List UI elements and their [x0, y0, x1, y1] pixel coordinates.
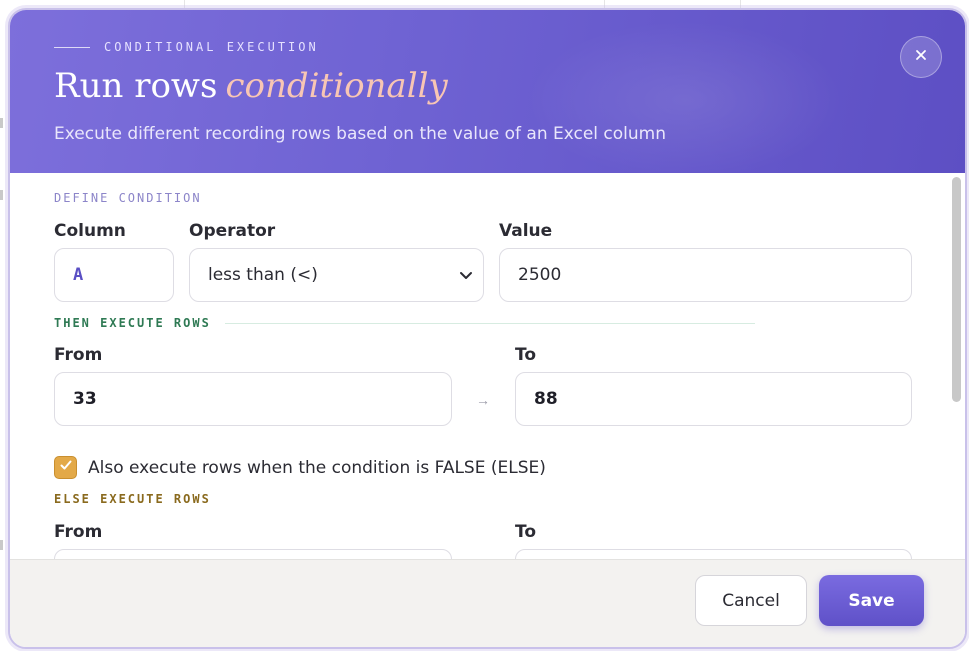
body-scrollbar[interactable] — [952, 177, 961, 402]
background-mark — [0, 540, 3, 550]
operator-selected-value: less than (<) — [208, 265, 318, 285]
chevron-down-icon — [459, 267, 473, 287]
dialog-kicker: CONDITIONAL EXECUTION — [54, 40, 319, 54]
column-label: Column — [54, 221, 126, 241]
background-mark — [0, 118, 3, 128]
column-input[interactable]: A — [54, 248, 174, 302]
value-label: Value — [499, 221, 553, 241]
then-execute-rows-label: THEN EXECUTE ROWS — [54, 316, 755, 330]
dialog-header: CONDITIONAL EXECUTION Run rows conditiona… — [10, 10, 965, 173]
cancel-button[interactable]: Cancel — [695, 575, 807, 626]
close-button[interactable] — [900, 36, 942, 78]
background-mark — [0, 190, 3, 200]
dialog-title: Run rows conditionally — [54, 66, 448, 106]
dialog-footer: Cancel Save — [10, 559, 965, 647]
close-icon — [915, 48, 927, 66]
dialog-subtitle: Execute different recording rows based o… — [54, 124, 667, 144]
title-main: Run rows — [54, 66, 218, 106]
operator-select[interactable]: less than (<) — [189, 248, 484, 302]
else-checkbox-label: Also execute rows when the condition is … — [88, 457, 546, 478]
arrow-right-icon: → — [476, 392, 490, 408]
then-to-input[interactable]: 88 — [515, 372, 912, 426]
else-from-label: From — [54, 522, 103, 542]
operator-label: Operator — [189, 221, 276, 241]
dialog-body: DEFINE CONDITION Column Operator Value A… — [10, 173, 965, 563]
value-input[interactable]: 2500 — [499, 248, 912, 302]
else-execute-rows-label: ELSE EXECUTE ROWS — [54, 492, 211, 506]
save-button[interactable]: Save — [819, 575, 924, 626]
else-to-label: To — [515, 522, 537, 542]
then-label-rule — [224, 322, 755, 324]
title-accent: conditionally — [225, 66, 448, 106]
conditional-execution-dialog: CONDITIONAL EXECUTION Run rows conditiona… — [8, 8, 967, 649]
kicker-text: CONDITIONAL EXECUTION — [104, 40, 319, 54]
then-label-text: THEN EXECUTE ROWS — [54, 316, 211, 330]
then-to-label: To — [515, 345, 537, 365]
kicker-rule — [54, 46, 90, 48]
then-from-label: From — [54, 345, 103, 365]
define-condition-label: DEFINE CONDITION — [54, 191, 202, 205]
checkmark-icon — [59, 458, 73, 477]
else-toggle-row[interactable]: Also execute rows when the condition is … — [54, 456, 546, 479]
else-checkbox[interactable] — [54, 456, 77, 479]
then-from-input[interactable]: 33 — [54, 372, 452, 426]
